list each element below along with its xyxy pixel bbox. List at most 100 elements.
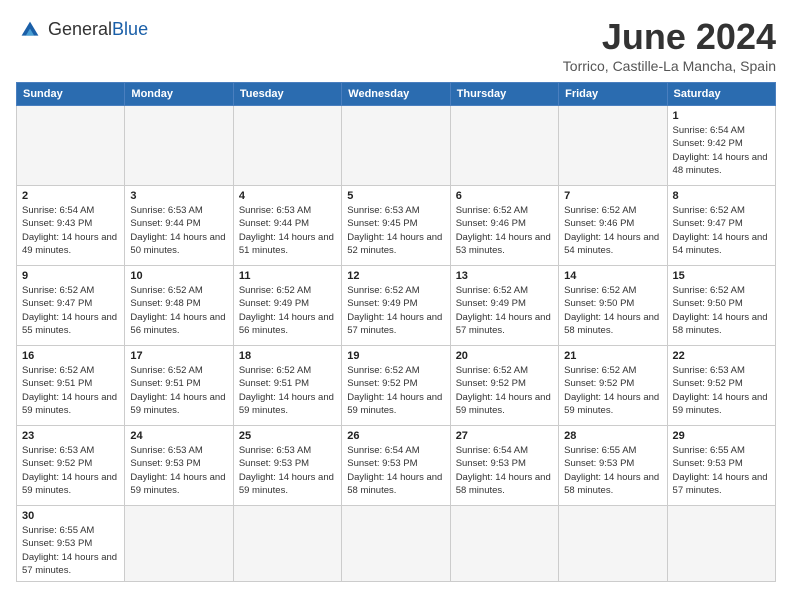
day-info: Sunrise: 6:52 AMSunset: 9:51 PMDaylight:… xyxy=(130,364,227,417)
calendar-week-row: 30 Sunrise: 6:55 AMSunset: 9:53 PMDayligh… xyxy=(17,506,776,582)
day-number: 25 xyxy=(239,430,336,442)
day-info: Sunrise: 6:54 AMSunset: 9:53 PMDaylight:… xyxy=(347,444,444,497)
calendar-day-cell: 13 Sunrise: 6:52 AMSunset: 9:49 PMDayligh… xyxy=(450,266,558,346)
day-number: 15 xyxy=(673,270,770,282)
calendar-day-cell xyxy=(559,506,667,582)
calendar-day-cell xyxy=(342,106,450,186)
calendar-day-cell: 11 Sunrise: 6:52 AMSunset: 9:49 PMDayligh… xyxy=(233,266,341,346)
calendar-day-cell xyxy=(450,106,558,186)
day-number: 19 xyxy=(347,350,444,362)
title-area: June 2024 Torrico, Castille-La Mancha, S… xyxy=(563,16,776,74)
calendar-day-cell xyxy=(233,506,341,582)
day-info: Sunrise: 6:52 AMSunset: 9:51 PMDaylight:… xyxy=(239,364,336,417)
calendar-day-cell: 12 Sunrise: 6:52 AMSunset: 9:49 PMDayligh… xyxy=(342,266,450,346)
day-info: Sunrise: 6:53 AMSunset: 9:44 PMDaylight:… xyxy=(239,204,336,257)
day-info: Sunrise: 6:53 AMSunset: 9:52 PMDaylight:… xyxy=(673,364,770,417)
calendar-day-cell: 24 Sunrise: 6:53 AMSunset: 9:53 PMDayligh… xyxy=(125,426,233,506)
day-number: 26 xyxy=(347,430,444,442)
day-info: Sunrise: 6:52 AMSunset: 9:50 PMDaylight:… xyxy=(673,284,770,337)
day-number: 13 xyxy=(456,270,553,282)
calendar-day-header: Monday xyxy=(125,83,233,106)
calendar-week-row: 2 Sunrise: 6:54 AMSunset: 9:43 PMDaylight… xyxy=(17,186,776,266)
calendar-day-cell: 30 Sunrise: 6:55 AMSunset: 9:53 PMDayligh… xyxy=(17,506,125,582)
calendar-day-cell: 2 Sunrise: 6:54 AMSunset: 9:43 PMDaylight… xyxy=(17,186,125,266)
day-number: 30 xyxy=(22,510,119,522)
day-number: 28 xyxy=(564,430,661,442)
calendar-day-cell: 20Sunrise: 6:52 AMSunset: 9:52 PMDayligh… xyxy=(450,346,558,426)
day-number: 12 xyxy=(347,270,444,282)
calendar-header-row: SundayMondayTuesdayWednesdayThursdayFrid… xyxy=(17,83,776,106)
day-info: Sunrise: 6:55 AMSunset: 9:53 PMDaylight:… xyxy=(673,444,770,497)
calendar-day-cell: 23Sunrise: 6:53 AMSunset: 9:52 PMDayligh… xyxy=(17,426,125,506)
day-number: 1 xyxy=(673,110,770,122)
day-number: 16 xyxy=(22,350,119,362)
calendar-day-cell: 7 Sunrise: 6:52 AMSunset: 9:46 PMDaylight… xyxy=(559,186,667,266)
calendar-week-row: 1 Sunrise: 6:54 AMSunset: 9:42 PMDaylight… xyxy=(17,106,776,186)
day-number: 22 xyxy=(673,350,770,362)
day-number: 2 xyxy=(22,190,119,202)
day-info: Sunrise: 6:52 AMSunset: 9:47 PMDaylight:… xyxy=(673,204,770,257)
calendar-day-cell xyxy=(125,506,233,582)
logo-text: GeneralBlue xyxy=(48,20,148,40)
calendar-day-cell: 18Sunrise: 6:52 AMSunset: 9:51 PMDayligh… xyxy=(233,346,341,426)
calendar-day-cell: 4 Sunrise: 6:53 AMSunset: 9:44 PMDaylight… xyxy=(233,186,341,266)
day-info: Sunrise: 6:55 AMSunset: 9:53 PMDaylight:… xyxy=(22,524,119,577)
day-number: 29 xyxy=(673,430,770,442)
day-info: Sunrise: 6:52 AMSunset: 9:49 PMDaylight:… xyxy=(239,284,336,337)
day-number: 5 xyxy=(347,190,444,202)
calendar-day-cell: 28 Sunrise: 6:55 AMSunset: 9:53 PMDayligh… xyxy=(559,426,667,506)
day-info: Sunrise: 6:52 AMSunset: 9:46 PMDaylight:… xyxy=(564,204,661,257)
calendar-day-cell: 19 Sunrise: 6:52 AMSunset: 9:52 PMDayligh… xyxy=(342,346,450,426)
day-number: 23 xyxy=(22,430,119,442)
day-number: 11 xyxy=(239,270,336,282)
calendar-week-row: 9Sunrise: 6:52 AMSunset: 9:47 PMDaylight… xyxy=(17,266,776,346)
calendar-day-cell: 5 Sunrise: 6:53 AMSunset: 9:45 PMDaylight… xyxy=(342,186,450,266)
calendar-day-cell: 14Sunrise: 6:52 AMSunset: 9:50 PMDayligh… xyxy=(559,266,667,346)
day-info: Sunrise: 6:54 AMSunset: 9:42 PMDaylight:… xyxy=(673,124,770,177)
day-info: Sunrise: 6:54 AMSunset: 9:43 PMDaylight:… xyxy=(22,204,119,257)
calendar-day-cell: 22 Sunrise: 6:53 AMSunset: 9:52 PMDayligh… xyxy=(667,346,775,426)
day-number: 27 xyxy=(456,430,553,442)
calendar-day-cell xyxy=(667,506,775,582)
day-number: 20 xyxy=(456,350,553,362)
day-number: 14 xyxy=(564,270,661,282)
day-info: Sunrise: 6:54 AMSunset: 9:53 PMDaylight:… xyxy=(456,444,553,497)
page-title: June 2024 xyxy=(563,16,776,58)
day-number: 7 xyxy=(564,190,661,202)
day-info: Sunrise: 6:52 AMSunset: 9:49 PMDaylight:… xyxy=(456,284,553,337)
day-info: Sunrise: 6:52 AMSunset: 9:49 PMDaylight:… xyxy=(347,284,444,337)
calendar-day-header: Tuesday xyxy=(233,83,341,106)
day-info: Sunrise: 6:52 AMSunset: 9:52 PMDaylight:… xyxy=(347,364,444,417)
calendar-day-cell: 16 Sunrise: 6:52 AMSunset: 9:51 PMDayligh… xyxy=(17,346,125,426)
day-number: 9 xyxy=(22,270,119,282)
calendar-day-cell: 3 Sunrise: 6:53 AMSunset: 9:44 PMDaylight… xyxy=(125,186,233,266)
calendar-day-header: Saturday xyxy=(667,83,775,106)
day-info: Sunrise: 6:53 AMSunset: 9:44 PMDaylight:… xyxy=(130,204,227,257)
day-info: Sunrise: 6:53 AMSunset: 9:45 PMDaylight:… xyxy=(347,204,444,257)
day-info: Sunrise: 6:52 AMSunset: 9:51 PMDaylight:… xyxy=(22,364,119,417)
day-number: 4 xyxy=(239,190,336,202)
calendar-day-cell: 26 Sunrise: 6:54 AMSunset: 9:53 PMDayligh… xyxy=(342,426,450,506)
day-number: 3 xyxy=(130,190,227,202)
calendar-day-cell: 6Sunrise: 6:52 AMSunset: 9:46 PMDaylight… xyxy=(450,186,558,266)
calendar-day-cell: 15 Sunrise: 6:52 AMSunset: 9:50 PMDayligh… xyxy=(667,266,775,346)
calendar-day-cell xyxy=(125,106,233,186)
calendar-table: SundayMondayTuesdayWednesdayThursdayFrid… xyxy=(16,82,776,582)
calendar-day-cell: 25 Sunrise: 6:53 AMSunset: 9:53 PMDayligh… xyxy=(233,426,341,506)
page-header: GeneralBlue June 2024 Torrico, Castille-… xyxy=(16,16,776,74)
calendar-day-header: Wednesday xyxy=(342,83,450,106)
calendar-day-cell xyxy=(233,106,341,186)
day-number: 24 xyxy=(130,430,227,442)
day-info: Sunrise: 6:53 AMSunset: 9:53 PMDaylight:… xyxy=(239,444,336,497)
calendar-week-row: 16 Sunrise: 6:52 AMSunset: 9:51 PMDayligh… xyxy=(17,346,776,426)
calendar-day-cell xyxy=(559,106,667,186)
day-number: 8 xyxy=(673,190,770,202)
calendar-day-cell: 21Sunrise: 6:52 AMSunset: 9:52 PMDayligh… xyxy=(559,346,667,426)
calendar-day-header: Sunday xyxy=(17,83,125,106)
day-number: 6 xyxy=(456,190,553,202)
calendar-day-cell xyxy=(342,506,450,582)
calendar-day-header: Friday xyxy=(559,83,667,106)
day-info: Sunrise: 6:53 AMSunset: 9:53 PMDaylight:… xyxy=(130,444,227,497)
day-info: Sunrise: 6:55 AMSunset: 9:53 PMDaylight:… xyxy=(564,444,661,497)
calendar-day-cell: 9Sunrise: 6:52 AMSunset: 9:47 PMDaylight… xyxy=(17,266,125,346)
